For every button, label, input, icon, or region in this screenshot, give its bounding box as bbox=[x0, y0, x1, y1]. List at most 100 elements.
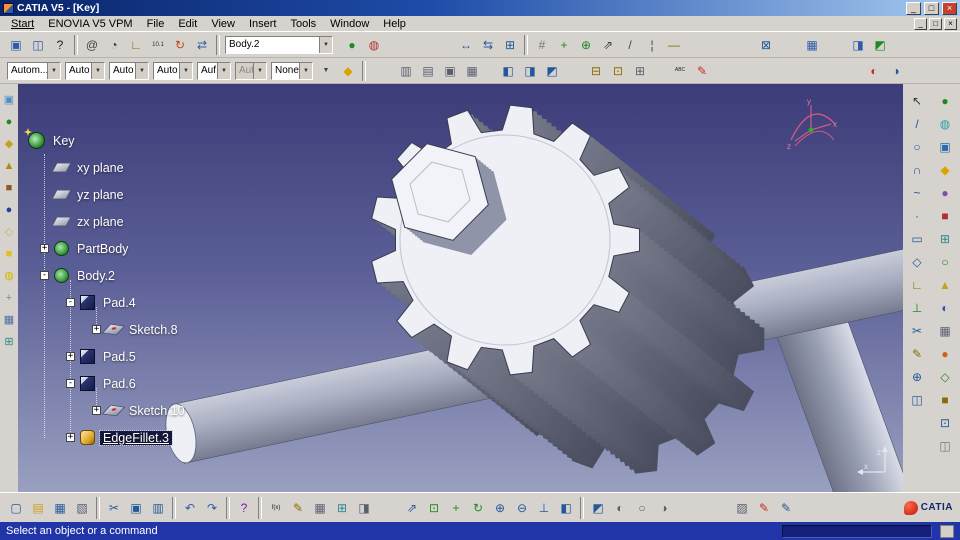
link-manager-icon[interactable]: ⇄ bbox=[192, 35, 212, 55]
surface-wb-icon[interactable]: ◆ bbox=[936, 161, 954, 179]
render-mode-icon[interactable]: ◩ bbox=[870, 35, 890, 55]
design-table-icon[interactable]: ▦ bbox=[310, 498, 330, 518]
tree-label[interactable]: Pad.5 bbox=[100, 350, 139, 364]
zoom-in-icon[interactable]: ⊕ bbox=[490, 498, 510, 518]
material-apply-icon[interactable]: ◍ bbox=[364, 35, 384, 55]
polygon-icon[interactable]: ◇ bbox=[908, 253, 926, 271]
active-object-combo[interactable]: Body.2 ▼ bbox=[225, 35, 333, 54]
undo-icon[interactable]: ↶ bbox=[180, 498, 200, 518]
dropdown-arrow-icon[interactable]: ▼ bbox=[47, 62, 60, 79]
new-document-icon[interactable]: ▢ bbox=[6, 498, 26, 518]
viewport-3d[interactable]: Key xy plane yz plane zx plane + PartBody - Bod… bbox=[18, 84, 903, 492]
tree-label[interactable]: zx plane bbox=[74, 215, 127, 229]
copy-format-icon[interactable]: ▥ bbox=[396, 61, 416, 81]
spline-icon[interactable]: ~ bbox=[908, 184, 926, 202]
menu-item-enovia-v5-vpm[interactable]: ENOVIA V5 VPM bbox=[41, 18, 139, 30]
new-window-icon[interactable]: ◧ bbox=[498, 61, 518, 81]
open-icon[interactable]: ▤ bbox=[28, 498, 48, 518]
tree-label[interactable]: Pad.6 bbox=[100, 377, 139, 391]
menu-item-view[interactable]: View bbox=[204, 18, 242, 30]
titlebar[interactable]: CATIA V5 - [Key] _ □ × bbox=[0, 0, 960, 16]
more-workbench-icon[interactable]: ◫ bbox=[936, 437, 954, 455]
dash-style-icon[interactable]: ¦ bbox=[642, 35, 662, 55]
assembly-wb-icon[interactable]: ▣ bbox=[936, 138, 954, 156]
constraint-icon[interactable]: ⊥ bbox=[908, 299, 926, 317]
dropdown-arrow-icon[interactable]: ▼ bbox=[299, 62, 312, 79]
ergonomics-wb-icon[interactable]: ■ bbox=[936, 391, 954, 409]
tree-item-sketch-10[interactable]: + Sketch.10 bbox=[18, 397, 338, 424]
dropdown-arrow-icon[interactable]: ▼ bbox=[91, 62, 104, 79]
power-copy-icon[interactable]: ◐ bbox=[864, 61, 884, 81]
annotation-pen-icon[interactable]: ✎ bbox=[692, 61, 712, 81]
auto-filter-combo-6[interactable]: Aut...▼ bbox=[235, 61, 267, 80]
collapse-icon[interactable]: - bbox=[40, 271, 49, 280]
dmu-wb-icon[interactable]: ◇ bbox=[936, 368, 954, 386]
tree-item-edgefillet-3[interactable]: + EdgeFillet.3 bbox=[18, 424, 338, 451]
tree-item-sketch-8[interactable]: + Sketch.8 bbox=[18, 316, 338, 343]
wireframe-view-icon[interactable]: ○ bbox=[632, 498, 652, 518]
measure-between-icon[interactable]: ⇆ bbox=[478, 35, 498, 55]
quick-view-icon[interactable]: ▦ bbox=[462, 61, 482, 81]
tree-label[interactable]: Sketch.10 bbox=[126, 404, 188, 418]
auto-filter-combo-4[interactable]: Auto ▼ bbox=[153, 61, 193, 80]
power-input-field[interactable] bbox=[782, 524, 932, 538]
copy-icon[interactable]: ▣ bbox=[126, 498, 146, 518]
zoom-out-icon[interactable]: ⊖ bbox=[512, 498, 532, 518]
compass[interactable]: y x z bbox=[781, 96, 843, 154]
equipment-wb-icon[interactable]: ● bbox=[936, 345, 954, 363]
filter-dropdown-icon[interactable]: ▼ bbox=[316, 61, 336, 81]
knowledge-inspector-icon[interactable]: ⊠ bbox=[756, 35, 776, 55]
print-icon[interactable]: ▧ bbox=[72, 498, 92, 518]
fly-mode-icon[interactable]: ⇗ bbox=[402, 498, 422, 518]
product-structure-icon[interactable]: ▣ bbox=[1, 92, 17, 108]
auto-filter-combo-1[interactable]: Autom... ▼ bbox=[7, 61, 61, 80]
mdi-close-button[interactable]: × bbox=[944, 17, 957, 30]
drafting-wb-icon[interactable]: ■ bbox=[936, 207, 954, 225]
menu-item-window[interactable]: Window bbox=[323, 18, 376, 30]
update-icon[interactable]: ↻ bbox=[170, 35, 190, 55]
tree-label[interactable]: Pad.4 bbox=[100, 296, 139, 310]
sketch-pencil-icon[interactable]: ✎ bbox=[908, 345, 926, 363]
none-filter-combo[interactable]: None ▼ bbox=[271, 61, 313, 80]
line-icon[interactable]: / bbox=[908, 115, 926, 133]
tree-item-partbody[interactable]: + PartBody bbox=[18, 235, 338, 262]
dropdown-arrow-icon[interactable]: ▼ bbox=[135, 62, 148, 79]
part-workbench-icon[interactable]: ● bbox=[1, 114, 17, 130]
minimize-button[interactable]: _ bbox=[906, 1, 921, 15]
smart-pick-icon[interactable]: ▣ bbox=[440, 61, 460, 81]
catalog-browser-icon[interactable]: ● bbox=[342, 35, 362, 55]
catalog-b-icon[interactable]: ⊞ bbox=[630, 61, 650, 81]
auto-filter-combo-5[interactable]: Auf...▼ bbox=[197, 61, 231, 80]
only-current-body-icon[interactable]: ⊡ bbox=[608, 61, 628, 81]
structure-wb-icon[interactable]: ▦ bbox=[936, 322, 954, 340]
spell-check-icon[interactable]: ABC bbox=[670, 61, 690, 81]
dropdown-arrow-icon[interactable]: ▼ bbox=[217, 62, 230, 79]
tree-label[interactable]: EdgeFillet.3 bbox=[98, 429, 174, 446]
menu-item-tools[interactable]: Tools bbox=[283, 18, 323, 30]
paste-special-icon[interactable]: ▣ bbox=[6, 35, 26, 55]
plant-wb-icon[interactable]: ⊡ bbox=[936, 414, 954, 432]
help-icon[interactable]: ? bbox=[234, 498, 254, 518]
sketcher-wb-icon[interactable]: ● bbox=[936, 92, 954, 110]
compass-tool-icon[interactable]: + bbox=[1, 290, 17, 306]
user-pattern-icon[interactable]: ◑ bbox=[886, 61, 906, 81]
tree-item-xy-plane[interactable]: xy plane bbox=[18, 154, 338, 181]
tree-item-pad-4[interactable]: - Pad.4 bbox=[18, 289, 338, 316]
tree-label[interactable]: Body.2 bbox=[74, 269, 118, 283]
cut-icon[interactable]: ✂ bbox=[104, 498, 124, 518]
tree-item-yz-plane[interactable]: yz plane bbox=[18, 181, 338, 208]
circle-icon[interactable]: ○ bbox=[908, 138, 926, 156]
tile-window-icon[interactable]: ◫ bbox=[28, 35, 48, 55]
dropdown-arrow-icon[interactable]: ▼ bbox=[319, 36, 332, 53]
arc-icon[interactable]: ∩ bbox=[908, 161, 926, 179]
material-library-icon[interactable]: ◍ bbox=[1, 268, 17, 284]
view-mode-icon[interactable]: ◨ bbox=[848, 35, 868, 55]
ruler-icon[interactable]: — bbox=[664, 35, 684, 55]
axis-system-icon[interactable]: ∟ bbox=[126, 35, 146, 55]
mdi-restore-button[interactable]: □ bbox=[929, 17, 942, 30]
menu-item-file[interactable]: File bbox=[140, 18, 172, 30]
compass-origin[interactable] bbox=[808, 127, 814, 133]
tree-item-key[interactable]: Key bbox=[18, 127, 338, 154]
shaded-view-icon[interactable]: ◐ bbox=[610, 498, 630, 518]
expand-icon[interactable]: + bbox=[92, 325, 101, 334]
